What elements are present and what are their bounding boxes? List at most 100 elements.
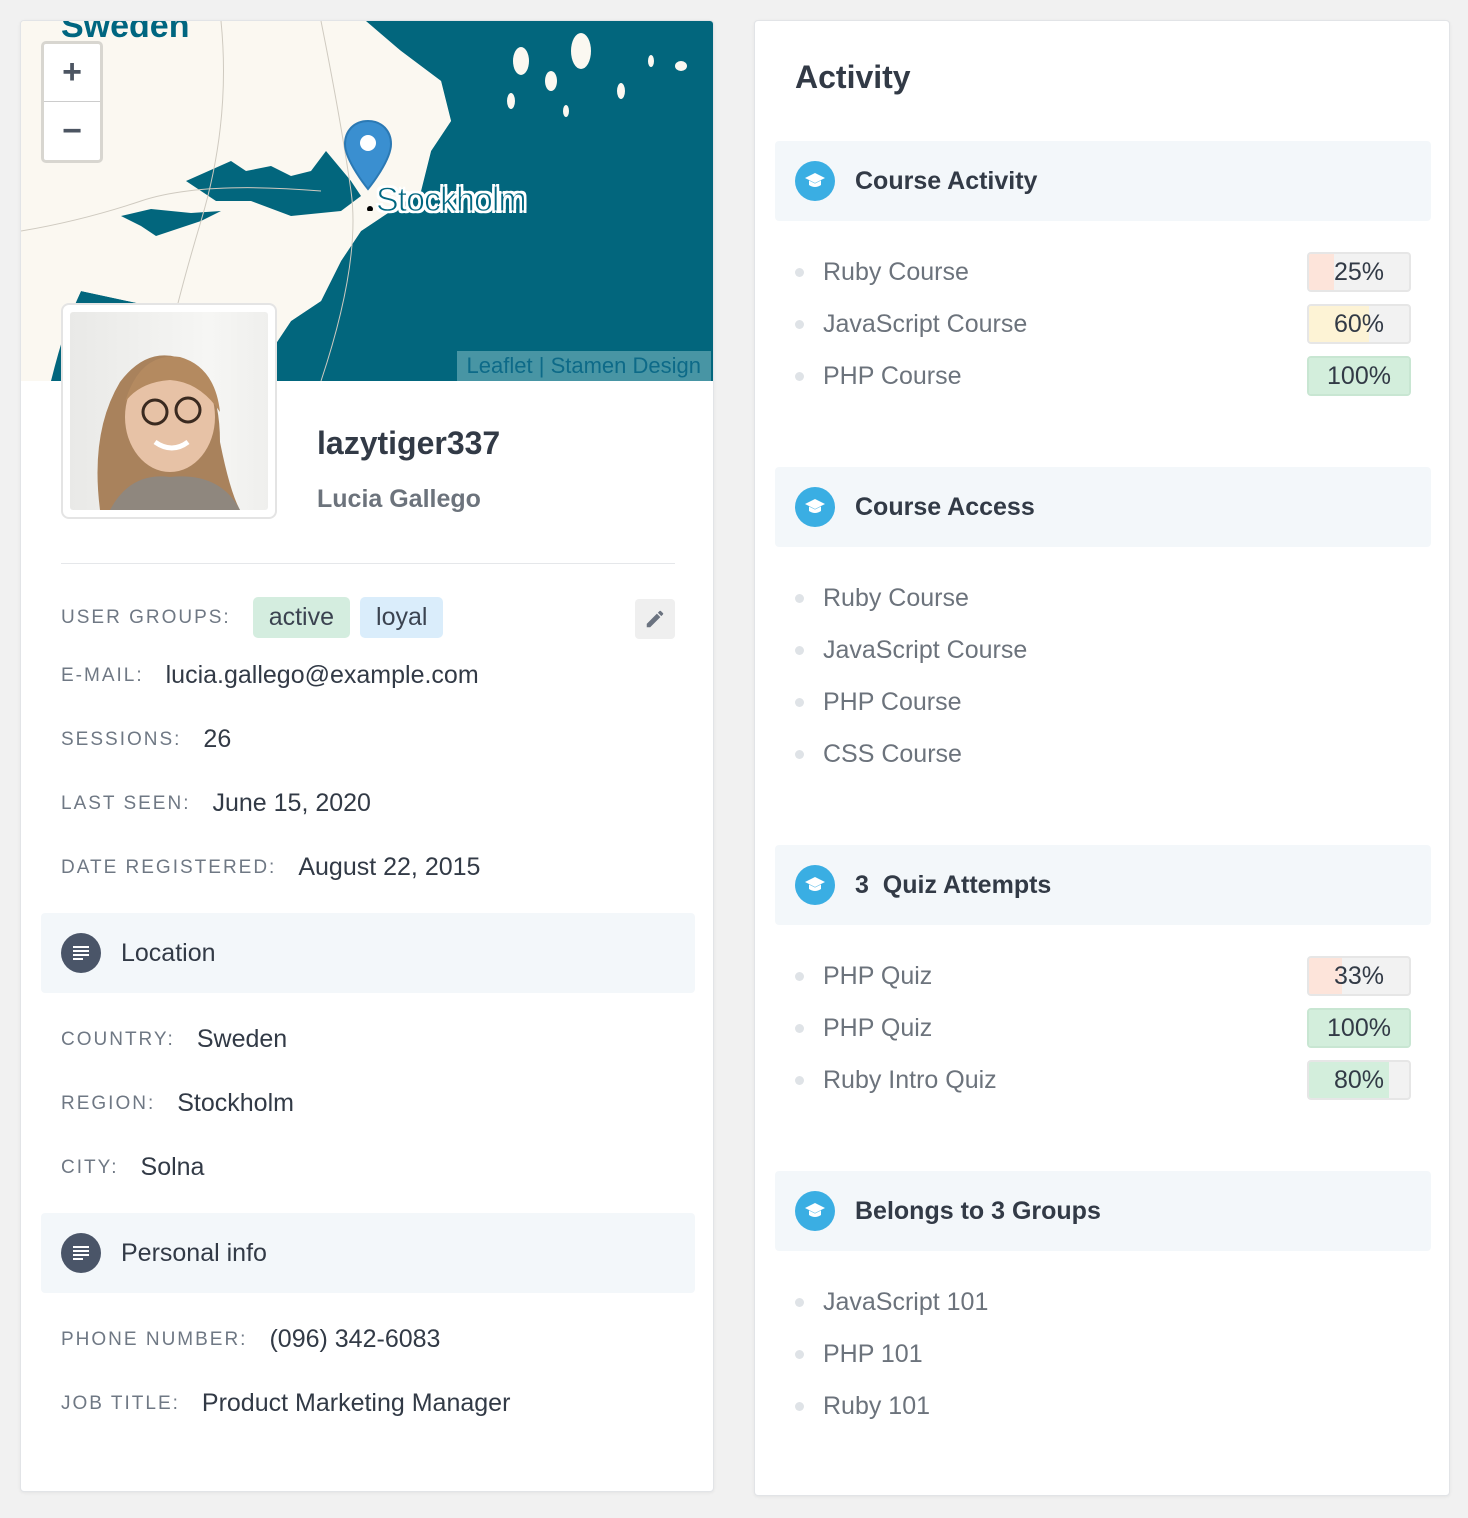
last-seen-value: June 15, 2020	[212, 789, 371, 817]
region-value: Stockholm	[177, 1089, 294, 1117]
leaflet-link[interactable]: Leaflet	[467, 353, 533, 378]
course-access-item[interactable]: PHP Course	[795, 682, 1411, 722]
progress-label: 25%	[1333, 257, 1385, 286]
email-row: E-MAIL: lucia.gallego@example.com	[61, 661, 479, 690]
stamen-link[interactable]: Stamen Design	[551, 353, 701, 378]
phone-label: PHONE NUMBER:	[61, 1328, 248, 1350]
course-access-item[interactable]: JavaScript Course	[795, 630, 1411, 670]
course-activity-header: Course Activity	[775, 141, 1431, 221]
progress-bar: 100%	[1307, 356, 1411, 396]
phone-value: (096) 342-6083	[269, 1325, 441, 1353]
last-seen-row: LAST SEEN: June 15, 2020	[61, 789, 371, 818]
date-registered-label: DATE REGISTERED:	[61, 856, 277, 878]
quiz-attempts-title: 3 Quiz Attempts	[855, 870, 1052, 899]
date-registered-value: August 22, 2015	[298, 853, 481, 881]
graduation-cap-icon	[795, 865, 835, 905]
region-row: REGION: Stockholm	[61, 1089, 294, 1118]
group-name: PHP 101	[823, 1339, 923, 1368]
zoom-control: + −	[41, 41, 103, 163]
attribution-separator: |	[538, 353, 545, 378]
location-section-header: Location	[41, 913, 695, 993]
personal-info-title: Personal info	[121, 1238, 267, 1267]
progress-label: 60%	[1333, 309, 1385, 338]
group-item[interactable]: Ruby 101	[795, 1386, 1411, 1426]
email-label: E-MAIL:	[61, 664, 144, 686]
job-title-row: JOB TITLE: Product Marketing Manager	[61, 1389, 510, 1418]
bullet	[795, 1401, 804, 1411]
list-icon	[61, 1233, 101, 1273]
course-name: Ruby Course	[823, 583, 969, 612]
user-groups-row: USER GROUPS: active loyal	[61, 597, 453, 638]
course-activity-item[interactable]: JavaScript Course 60%	[795, 304, 1411, 344]
location-title: Location	[121, 938, 216, 967]
quiz-name: Ruby Intro Quiz	[823, 1065, 997, 1094]
quiz-attempts-header: 3 Quiz Attempts	[775, 845, 1431, 925]
username: lazytiger337	[317, 425, 501, 461]
course-name: CSS Course	[823, 739, 962, 768]
country-row: COUNTRY: Sweden	[61, 1025, 287, 1054]
zoom-in-button[interactable]: +	[44, 44, 100, 102]
tag-active[interactable]: active	[252, 597, 351, 638]
group-item[interactable]: PHP 101	[795, 1334, 1411, 1374]
user-profile-card: Sweden + − Stockholm Leaflet | Stamen De…	[20, 20, 714, 1492]
bullet	[795, 1075, 804, 1085]
country-value: Sweden	[196, 1025, 288, 1053]
bullet	[795, 593, 804, 603]
course-access-item[interactable]: CSS Course	[795, 734, 1411, 774]
progress-bar: 60%	[1307, 304, 1411, 344]
last-seen-label: LAST SEEN:	[61, 792, 191, 814]
user-groups-label: USER GROUPS:	[61, 606, 231, 628]
progress-label: 100%	[1327, 1013, 1391, 1042]
sessions-value: 26	[203, 725, 232, 753]
graduation-cap-icon	[795, 161, 835, 201]
course-activity-item[interactable]: PHP Course 100%	[795, 356, 1411, 396]
quiz-name: PHP Quiz	[823, 961, 933, 990]
edit-groups-button[interactable]	[635, 599, 675, 639]
course-name: PHP Course	[823, 687, 962, 716]
quiz-item[interactable]: Ruby Intro Quiz 80%	[795, 1060, 1411, 1100]
course-access-item[interactable]: Ruby Course	[795, 578, 1411, 618]
progress-bar: 25%	[1307, 252, 1411, 292]
bullet	[795, 267, 804, 277]
bullet	[795, 1023, 804, 1033]
sessions-row: SESSIONS: 26	[61, 725, 231, 754]
city-label: CITY:	[61, 1156, 119, 1178]
sessions-label: SESSIONS:	[61, 728, 182, 750]
email-value: lucia.gallego@example.com	[165, 661, 479, 689]
groups-header: Belongs to 3 Groups	[775, 1171, 1431, 1251]
divider	[61, 563, 675, 564]
course-activity-title: Course Activity	[855, 166, 1038, 195]
groups-title: Belongs to 3 Groups	[855, 1196, 1101, 1225]
bullet	[795, 371, 804, 381]
bullet	[795, 1349, 804, 1359]
avatar-photo	[70, 312, 268, 510]
country-label: COUNTRY:	[61, 1028, 175, 1050]
bullet	[795, 319, 804, 329]
bullet	[795, 645, 804, 655]
bullet	[795, 1297, 804, 1307]
quiz-item[interactable]: PHP Quiz 100%	[795, 1008, 1411, 1048]
course-name: Ruby Course	[823, 257, 969, 286]
pencil-icon	[646, 610, 664, 628]
quiz-name: PHP Quiz	[823, 1013, 933, 1042]
graduation-cap-icon	[795, 1191, 835, 1231]
activity-title: Activity	[795, 59, 911, 95]
course-activity-item[interactable]: Ruby Course 25%	[795, 252, 1411, 292]
avatar	[61, 303, 277, 519]
course-name: PHP Course	[823, 361, 962, 390]
job-title-label: JOB TITLE:	[61, 1392, 180, 1414]
zoom-out-button[interactable]: −	[44, 102, 100, 160]
progress-label: 33%	[1333, 961, 1385, 990]
group-name: Ruby 101	[823, 1391, 931, 1420]
progress-label: 80%	[1333, 1065, 1385, 1094]
quiz-item[interactable]: PHP Quiz 33%	[795, 956, 1411, 996]
graduation-cap-icon	[795, 487, 835, 527]
bullet	[795, 697, 804, 707]
progress-bar: 33%	[1307, 956, 1411, 996]
map-city-label: Stockholm	[376, 181, 528, 220]
date-registered-row: DATE REGISTERED: August 22, 2015	[61, 853, 480, 882]
course-name: JavaScript Course	[823, 309, 1028, 338]
progress-bar: 100%	[1307, 1008, 1411, 1048]
group-item[interactable]: JavaScript 101	[795, 1282, 1411, 1322]
tag-loyal[interactable]: loyal	[360, 597, 444, 638]
